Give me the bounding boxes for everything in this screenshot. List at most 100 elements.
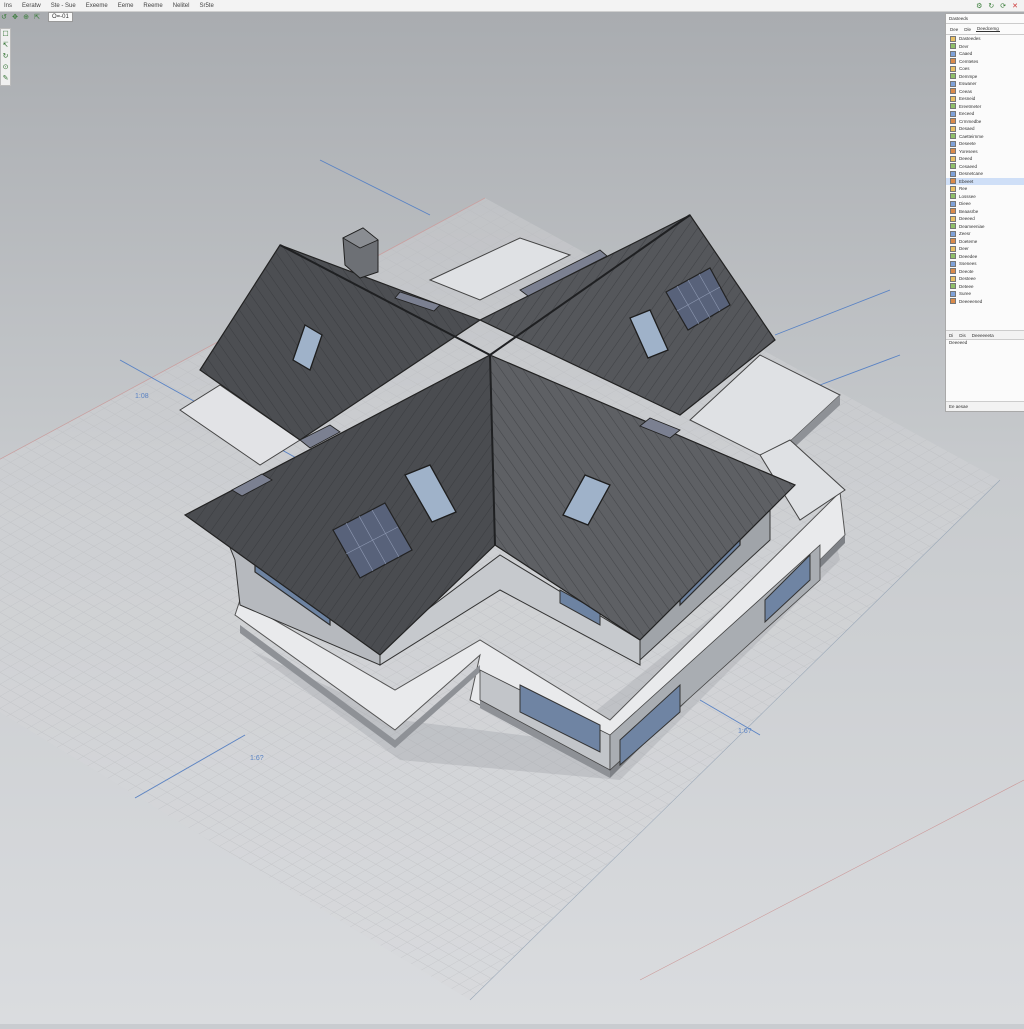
menu-item-3[interactable]: Ste - Sue bbox=[51, 3, 76, 9]
tab-2[interactable]: Dle bbox=[963, 27, 972, 32]
layer-row[interactable]: Caetteirnme bbox=[946, 133, 1024, 141]
layer-icon bbox=[950, 260, 956, 267]
layer-row[interactable]: Yoresees bbox=[946, 148, 1024, 156]
layer-row[interactable]: Doeteme bbox=[946, 238, 1024, 246]
layer-row[interactable]: Demmpe bbox=[946, 73, 1024, 81]
menu-item-1[interactable]: Ins bbox=[4, 3, 12, 9]
move-tool-icon[interactable]: ↸ bbox=[1, 41, 10, 51]
layer-icon bbox=[950, 103, 956, 110]
layer-row[interactable]: Cemtetes bbox=[946, 58, 1024, 66]
layer-label: Ssenees bbox=[959, 261, 977, 267]
orbit-icon[interactable]: ↺ bbox=[0, 13, 8, 21]
layer-list: Dasteedes Devr Caaed Cemtetes Coes Demmpe Eswa… bbox=[946, 35, 1024, 305]
layer-row[interactable]: Ceeas bbox=[946, 88, 1024, 96]
layer-row[interactable]: Deeed bbox=[946, 155, 1024, 163]
layer-label: Caetteirnme bbox=[959, 133, 984, 139]
layer-icon bbox=[950, 223, 956, 230]
layer-row[interactable]: Deteee bbox=[946, 283, 1024, 291]
layer-row[interactable]: Zeesr bbox=[946, 230, 1024, 238]
layer-icon bbox=[950, 298, 956, 305]
layers-panel: Dasteeds Dee Dle Deedcemg Dasteedes Devr C… bbox=[945, 13, 1024, 412]
layer-row[interactable]: Desnetcane bbox=[946, 170, 1024, 178]
layer-row[interactable]: Ree bbox=[946, 185, 1024, 193]
panel-tabs: Dee Dle Deedcemg bbox=[946, 24, 1024, 35]
layer-label: Deeeed bbox=[959, 216, 975, 222]
layer-row[interactable]: Eswaner bbox=[946, 80, 1024, 88]
menu-item-7[interactable]: Nelitel bbox=[173, 3, 190, 9]
layer-label: Eswaner bbox=[959, 81, 977, 87]
layer-label: Doeteme bbox=[959, 238, 978, 244]
layer-row[interactable]: Deeedee bbox=[946, 253, 1024, 261]
layer-row[interactable]: Beaasrbe bbox=[946, 208, 1024, 216]
layer-row[interactable]: Caaed bbox=[946, 50, 1024, 58]
properties-tabs: Di Dis Deeeeeeta bbox=[946, 330, 1024, 340]
3d-viewport[interactable]: 1:08 1:6? 1:6? bbox=[0, 12, 1024, 1024]
layer-row[interactable]: Deameeniae bbox=[946, 223, 1024, 231]
properties-tab-3[interactable]: Deeeeeeta bbox=[972, 333, 994, 338]
layer-row[interactable]: Deseete bbox=[946, 140, 1024, 148]
layer-icon bbox=[950, 200, 956, 207]
layer-icon bbox=[950, 208, 956, 215]
layer-label: Ceeas bbox=[959, 88, 973, 94]
layer-row[interactable]: Ebeeet bbox=[946, 177, 1024, 185]
layer-row[interactable]: Dasteedes bbox=[946, 35, 1024, 43]
properties-tab-2[interactable]: Dis bbox=[959, 333, 966, 338]
layer-row[interactable]: Coes bbox=[946, 65, 1024, 73]
layer-icon bbox=[950, 163, 956, 170]
layer-row[interactable]: Dieee bbox=[946, 200, 1024, 208]
layer-row[interactable]: Desteee bbox=[946, 275, 1024, 283]
layer-icon bbox=[950, 43, 956, 50]
house-model[interactable]: 1:08 1:6? 1:6? bbox=[0, 12, 1024, 1024]
layer-label: Deer bbox=[959, 246, 969, 252]
menu-item-2[interactable]: Eeratw bbox=[22, 3, 41, 9]
target-tool-icon[interactable]: ⊙ bbox=[1, 63, 10, 73]
rectangle-tool-icon[interactable]: ☐ bbox=[1, 30, 10, 40]
layer-row[interactable]: Desaed bbox=[946, 125, 1024, 133]
layer-label: Ebeeet bbox=[959, 178, 974, 184]
layer-row[interactable]: Deeote bbox=[946, 268, 1024, 276]
layer-icon bbox=[950, 170, 956, 177]
toolbar: ↺ ✥ ⊕ ⇱ O=-01 bbox=[0, 12, 73, 22]
tab-1[interactable]: Dee bbox=[949, 27, 959, 32]
layer-row[interactable]: Cesaeed bbox=[946, 163, 1024, 171]
dimension-label-right: 1:6? bbox=[738, 728, 752, 735]
layer-row[interactable]: Ssenees bbox=[946, 260, 1024, 268]
layer-row[interactable]: Crmmedbe bbox=[946, 118, 1024, 126]
layer-label: Deteee bbox=[959, 283, 974, 289]
layer-icon bbox=[950, 140, 956, 147]
layer-row[interactable]: Deer bbox=[946, 245, 1024, 253]
menu-item-8[interactable]: Sr5te bbox=[199, 3, 213, 9]
menu-item-5[interactable]: Eeme bbox=[118, 3, 134, 9]
menu-item-4[interactable]: Exeeme bbox=[86, 3, 108, 9]
layer-row[interactable]: Deeeed bbox=[946, 215, 1024, 223]
layer-label: Dieee bbox=[959, 201, 971, 207]
layer-icon bbox=[950, 238, 956, 245]
layer-label: Deeeeened bbox=[959, 298, 983, 304]
menu-item-6[interactable]: Reeme bbox=[143, 3, 162, 9]
refresh-icon[interactable]: ⟳ bbox=[1000, 2, 1006, 10]
layer-label: Demmpe bbox=[959, 73, 978, 79]
layer-row[interactable]: Eeceed bbox=[946, 110, 1024, 118]
layer-label: Caaed bbox=[959, 51, 973, 57]
zoom-icon[interactable]: ⊕ bbox=[22, 13, 30, 21]
layer-row[interactable]: Losssee bbox=[946, 193, 1024, 201]
layer-icon bbox=[950, 268, 956, 275]
layer-row[interactable]: Ereetmeter bbox=[946, 103, 1024, 111]
pan-icon[interactable]: ✥ bbox=[11, 13, 19, 21]
close-icon[interactable]: ✕ bbox=[1012, 2, 1018, 10]
layer-icon bbox=[950, 275, 956, 282]
layer-row[interactable]: Devr bbox=[946, 43, 1024, 51]
tab-3[interactable]: Deedcemg bbox=[976, 26, 1000, 32]
select-icon[interactable]: ⇱ bbox=[33, 13, 41, 21]
layer-icon bbox=[950, 118, 956, 125]
rotate-tool-icon[interactable]: ↻ bbox=[1, 52, 10, 62]
settings-icon[interactable]: ⚙ bbox=[976, 2, 982, 10]
pencil-tool-icon[interactable]: ✎ bbox=[1, 74, 10, 84]
layer-row[interactable]: Deeeeened bbox=[946, 298, 1024, 306]
layer-label: Desaed bbox=[959, 126, 975, 132]
layer-row[interactable]: Suree bbox=[946, 290, 1024, 298]
layer-row[interactable]: Eesneid bbox=[946, 95, 1024, 103]
zoom-level-field[interactable]: O=-01 bbox=[48, 12, 73, 22]
sync-icon[interactable]: ↻ bbox=[988, 2, 994, 10]
properties-tab-1[interactable]: Di bbox=[949, 333, 953, 338]
